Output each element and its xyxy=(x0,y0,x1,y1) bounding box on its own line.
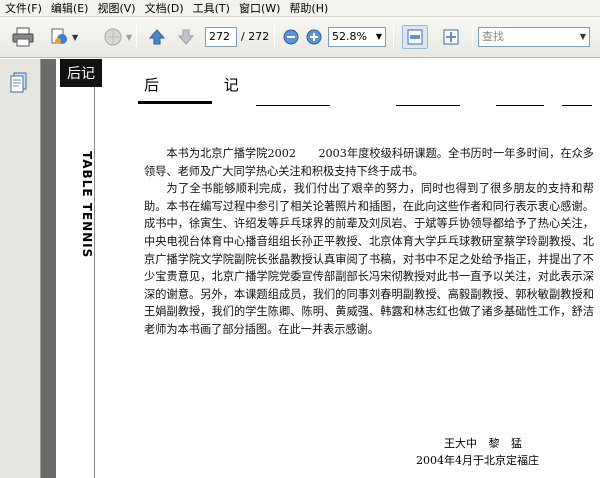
title-rule xyxy=(496,105,544,106)
zoom-out-icon xyxy=(283,29,299,45)
menu-help[interactable]: 帮助(H) xyxy=(284,0,332,17)
globe-icon xyxy=(104,28,122,46)
page-number-input[interactable]: 272 xyxy=(205,27,237,47)
toolbar-divider xyxy=(472,25,473,49)
zoom-level-select[interactable]: 52.8% ▼ xyxy=(328,27,386,47)
zoom-in-icon xyxy=(306,29,322,45)
print-button[interactable] xyxy=(10,25,36,49)
document-gutter xyxy=(41,59,56,478)
toolbar: ▼ ▼ 272 / 272 52.8% ▼ 查找 ▼ xyxy=(0,17,600,58)
fit-window-icon xyxy=(443,29,459,45)
chevron-down-icon[interactable]: ▼ xyxy=(72,33,78,42)
side-title: TABLE TENNIS xyxy=(72,151,94,264)
toolbar-divider xyxy=(274,25,275,49)
margin-rule xyxy=(94,87,95,478)
title-rule xyxy=(256,105,330,106)
next-page-button[interactable] xyxy=(173,25,199,49)
chapter-tab: 后记 xyxy=(60,59,102,87)
chevron-down-icon: ▼ xyxy=(375,32,382,41)
menu-file[interactable]: 文件(F) xyxy=(0,0,46,17)
signature-date: 2004年4月于北京定福庄 xyxy=(416,454,539,467)
toolbar-divider xyxy=(136,25,137,49)
paragraph: 本书为北京广播学院2002 2003年度校级科研课题。全书历时一年多时间，在众多… xyxy=(144,147,594,178)
search-placeholder: 查找 xyxy=(482,30,504,43)
page-total: / 272 xyxy=(241,30,270,43)
printer-icon xyxy=(12,27,34,47)
title-rule xyxy=(396,105,460,106)
search-input[interactable]: 查找 ▼ xyxy=(478,27,590,47)
title-rule xyxy=(138,101,212,104)
arrow-down-icon xyxy=(177,29,195,45)
document-share-icon xyxy=(51,28,67,44)
toolbar-divider xyxy=(393,25,394,49)
title-rule xyxy=(562,105,592,106)
menu-tools[interactable]: 工具(T) xyxy=(188,0,234,17)
document-page[interactable]: 后记 TABLE TENNIS 后 记 本书为北京广播学院2002 2003年度… xyxy=(56,59,600,478)
share-button[interactable] xyxy=(46,25,72,49)
chevron-down-icon[interactable]: ▼ xyxy=(126,33,132,42)
zoom-level-value: 52.8% xyxy=(332,30,367,43)
menu-edit[interactable]: 编辑(E) xyxy=(46,0,93,17)
pages-panel-button[interactable] xyxy=(8,71,30,95)
pages-icon xyxy=(10,72,27,93)
menu-view[interactable]: 视图(V) xyxy=(92,0,139,17)
menu-document[interactable]: 文档(D) xyxy=(140,0,188,17)
navigation-pane xyxy=(0,59,41,478)
collaborate-button[interactable] xyxy=(100,25,126,49)
signature-names: 王大中 黎 猛 xyxy=(444,437,522,450)
paragraph: 为了全书能够顺利完成，我们付出了艰辛的努力，同时也得到了很多朋友的支持和帮助。本… xyxy=(144,182,594,336)
arrow-up-icon xyxy=(148,29,166,45)
fit-width-button[interactable] xyxy=(402,25,428,49)
zoom-in-button[interactable] xyxy=(301,25,327,49)
menu-window[interactable]: 窗口(W) xyxy=(234,0,284,17)
fit-page-width-icon xyxy=(407,29,423,45)
chevron-down-icon: ▼ xyxy=(579,32,586,41)
fit-window-button[interactable] xyxy=(438,25,464,49)
page-title: 后 记 xyxy=(144,76,269,94)
previous-page-button[interactable] xyxy=(144,25,170,49)
body-text: 本书为北京广播学院2002 2003年度校级科研课题。全书历时一年多时间，在众多… xyxy=(144,145,594,339)
side-title-text: TABLE TENNIS xyxy=(80,151,94,259)
menu-bar: 文件(F) 编辑(E) 视图(V) 文档(D) 工具(T) 窗口(W) 帮助(H… xyxy=(0,0,600,17)
